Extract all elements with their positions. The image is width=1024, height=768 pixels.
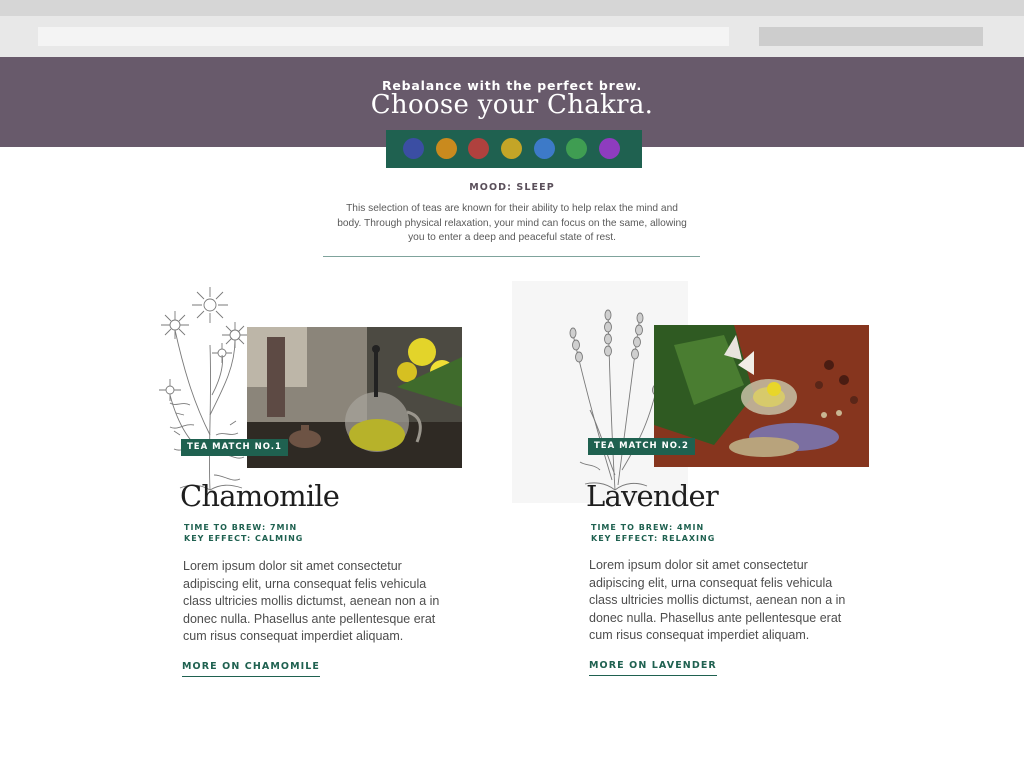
tea-match-badge: TEA MATCH NO.1 — [181, 439, 288, 456]
chakra-selector — [386, 130, 642, 168]
more-on-chamomile-link[interactable]: MORE ON CHAMOMILE — [182, 661, 321, 677]
brew-time: TIME TO BREW: 4MIN — [591, 523, 705, 532]
tea-match-badge: TEA MATCH NO.2 — [588, 438, 695, 455]
browser-tab-strip — [0, 0, 1024, 16]
tea-name: Chamomile — [180, 479, 340, 513]
chakra-blue-button[interactable] — [403, 138, 424, 159]
browser-search-bar[interactable] — [759, 27, 983, 46]
divider — [323, 256, 700, 257]
chamomile-illustration — [159, 287, 248, 491]
tea-name: Lavender — [586, 479, 719, 513]
chakra-light-blue-button[interactable] — [534, 138, 555, 159]
key-effect: KEY EFFECT: CALMING — [184, 534, 304, 543]
chakra-green-button[interactable] — [566, 138, 587, 159]
key-effect: KEY EFFECT: RELAXING — [591, 534, 716, 543]
more-on-lavender-link[interactable]: MORE ON LAVENDER — [589, 660, 717, 676]
chakra-yellow-button[interactable] — [501, 138, 522, 159]
tea-description: Lorem ipsum dolor sit amet consectetur a… — [183, 559, 440, 643]
mood-label: MOOD: SLEEP — [469, 182, 555, 193]
chakra-purple-button[interactable] — [599, 138, 620, 159]
tea-description: Lorem ipsum dolor sit amet consectetur a… — [589, 558, 846, 642]
mood-description: This selection of teas are known for the… — [337, 203, 687, 243]
chakra-red-button[interactable] — [468, 138, 489, 159]
address-bar[interactable] — [38, 27, 729, 46]
chakra-orange-button[interactable] — [436, 138, 457, 159]
brew-time: TIME TO BREW: 7MIN — [184, 523, 298, 532]
hero-title: Choose your Chakra. — [370, 90, 654, 120]
